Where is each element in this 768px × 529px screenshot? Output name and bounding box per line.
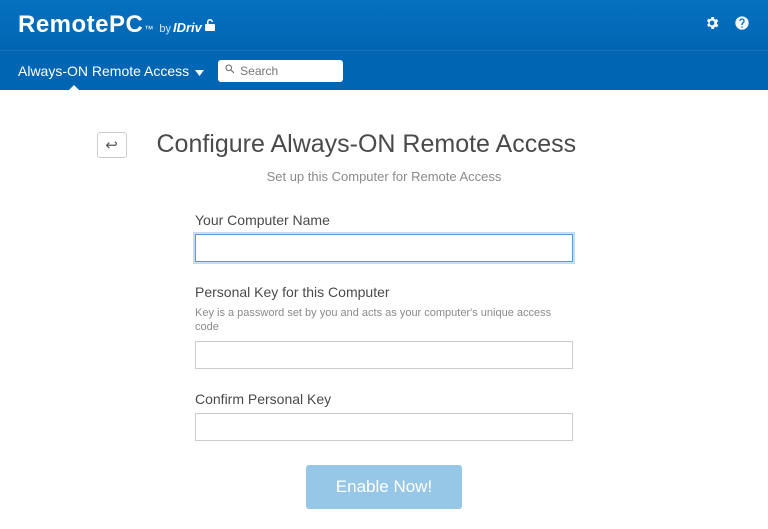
enable-now-button[interactable]: Enable Now! <box>306 465 462 509</box>
configure-form: Your Computer Name Personal Key for this… <box>195 212 573 509</box>
personal-key-hint: Key is a password set by you and acts as… <box>195 306 573 335</box>
title-row: ↩ Configure Always-ON Remote Access <box>97 130 672 159</box>
app-header: RemotePC ™ by IDriv <box>0 0 768 50</box>
logo-idrive: IDriv <box>173 20 202 35</box>
sub-header: Always-ON Remote Access <box>0 50 768 90</box>
logo: RemotePC ™ by IDriv <box>18 11 216 39</box>
submit-row: Enable Now! <box>195 465 573 509</box>
search-box[interactable] <box>218 60 343 82</box>
gear-icon[interactable] <box>704 15 720 36</box>
logo-tm: ™ <box>144 24 153 34</box>
lock-icon <box>204 18 216 37</box>
main-content: ↩ Configure Always-ON Remote Access Set … <box>0 90 768 509</box>
search-input[interactable] <box>240 64 330 78</box>
personal-key-input[interactable] <box>195 341 573 369</box>
confirm-key-input[interactable] <box>195 413 573 441</box>
personal-key-label: Personal Key for this Computer <box>195 284 573 300</box>
logo-text: RemotePC <box>18 11 143 39</box>
search-icon <box>224 62 240 80</box>
chevron-down-icon <box>195 63 204 79</box>
nav-label: Always-ON Remote Access <box>18 63 189 79</box>
page-title: Configure Always-ON Remote Access <box>157 130 577 159</box>
computer-name-input[interactable] <box>195 234 573 262</box>
field-personal-key: Personal Key for this Computer Key is a … <box>195 284 573 369</box>
confirm-key-label: Confirm Personal Key <box>195 391 573 407</box>
back-button[interactable]: ↩ <box>97 132 127 158</box>
field-confirm-key: Confirm Personal Key <box>195 391 573 441</box>
help-icon[interactable] <box>734 15 750 36</box>
page-subtitle: Set up this Computer for Remote Access <box>267 169 502 184</box>
nav-always-on[interactable]: Always-ON Remote Access <box>18 63 204 79</box>
header-actions <box>704 15 750 36</box>
logo-by: by <box>159 23 171 35</box>
computer-name-label: Your Computer Name <box>195 212 573 228</box>
field-computer-name: Your Computer Name <box>195 212 573 262</box>
